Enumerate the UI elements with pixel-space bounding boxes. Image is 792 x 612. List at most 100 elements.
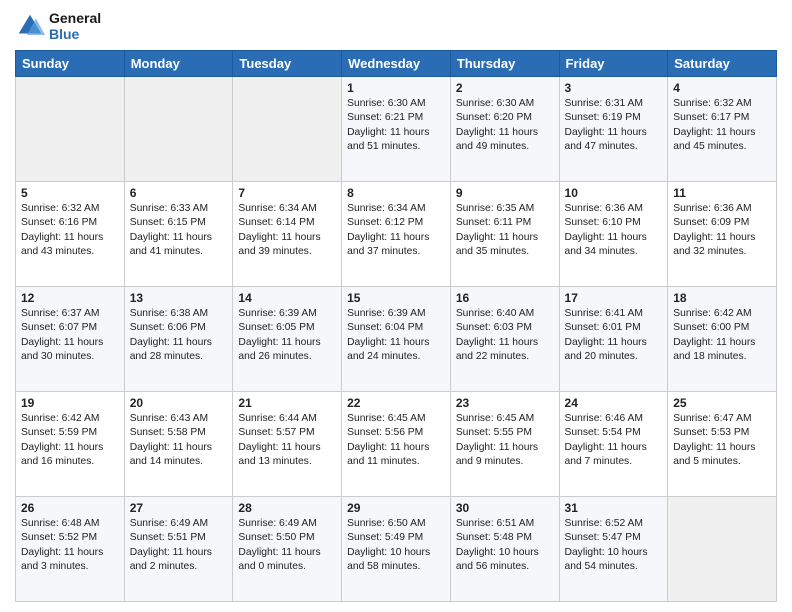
day-number: 16 bbox=[456, 291, 554, 305]
day-info: Sunrise: 6:41 AM Sunset: 6:01 PM Dayligh… bbox=[565, 307, 663, 365]
day-number: 5 bbox=[21, 186, 119, 200]
weekday-header-monday: Monday bbox=[124, 51, 233, 77]
day-number: 1 bbox=[347, 81, 445, 95]
day-info: Sunrise: 6:38 AM Sunset: 6:06 PM Dayligh… bbox=[130, 307, 228, 365]
day-info: Sunrise: 6:49 AM Sunset: 5:51 PM Dayligh… bbox=[130, 517, 228, 575]
day-number: 17 bbox=[565, 291, 663, 305]
calendar-cell: 8 Sunrise: 6:34 AM Sunset: 6:12 PM Daylig… bbox=[342, 182, 451, 287]
day-number: 14 bbox=[238, 291, 336, 305]
calendar-cell: 29Sunrise: 6:50 AM Sunset: 5:49 PM Dayli… bbox=[342, 497, 451, 602]
day-info: Sunrise: 6:30 AM Sunset: 6:21 PM Dayligh… bbox=[347, 97, 445, 155]
day-number: 19 bbox=[21, 396, 119, 410]
calendar-cell: 2 Sunrise: 6:30 AM Sunset: 6:20 PM Daylig… bbox=[450, 77, 559, 182]
calendar-cell: 23Sunrise: 6:45 AM Sunset: 5:55 PM Dayli… bbox=[450, 392, 559, 497]
day-number: 24 bbox=[565, 396, 663, 410]
calendar-cell: 24 Sunrise: 6:46 AM Sunset: 5:54 PM Dayli… bbox=[559, 392, 668, 497]
day-info: Sunrise: 6:37 AM Sunset: 6:07 PM Dayligh… bbox=[21, 307, 119, 365]
weekday-header-wednesday: Wednesday bbox=[342, 51, 451, 77]
day-number: 11 bbox=[673, 186, 771, 200]
page: General Blue SundayMondayTuesdayWednesda… bbox=[0, 0, 792, 612]
day-info: Sunrise: 6:36 AM Sunset: 6:09 PM Dayligh… bbox=[673, 202, 771, 260]
day-number: 21 bbox=[238, 396, 336, 410]
day-info: Sunrise: 6:31 AM Sunset: 6:19 PM Dayligh… bbox=[565, 97, 663, 155]
calendar-cell bbox=[668, 497, 777, 602]
day-info: Sunrise: 6:45 AM Sunset: 5:55 PM Dayligh… bbox=[456, 412, 554, 470]
calendar-cell: 3 Sunrise: 6:31 AM Sunset: 6:19 PM Daylig… bbox=[559, 77, 668, 182]
calendar-cell: 22 Sunrise: 6:45 AM Sunset: 5:56 PM Dayli… bbox=[342, 392, 451, 497]
day-info: Sunrise: 6:32 AM Sunset: 6:17 PM Dayligh… bbox=[673, 97, 771, 155]
calendar-cell: 19 Sunrise: 6:42 AM Sunset: 5:59 PM Dayli… bbox=[16, 392, 125, 497]
calendar-cell: 17 Sunrise: 6:41 AM Sunset: 6:01 PM Dayli… bbox=[559, 287, 668, 392]
day-info: Sunrise: 6:43 AM Sunset: 5:58 PM Dayligh… bbox=[130, 412, 228, 470]
calendar-cell: 10Sunrise: 6:36 AM Sunset: 6:10 PM Dayli… bbox=[559, 182, 668, 287]
calendar-cell: 25 Sunrise: 6:47 AM Sunset: 5:53 PM Dayli… bbox=[668, 392, 777, 497]
calendar-cell: 6 Sunrise: 6:33 AM Sunset: 6:15 PM Daylig… bbox=[124, 182, 233, 287]
calendar-cell: 20 Sunrise: 6:43 AM Sunset: 5:58 PM Dayli… bbox=[124, 392, 233, 497]
week-row-5: 26Sunrise: 6:48 AM Sunset: 5:52 PM Dayli… bbox=[16, 497, 777, 602]
day-number: 12 bbox=[21, 291, 119, 305]
calendar-cell: 15Sunrise: 6:39 AM Sunset: 6:04 PM Dayli… bbox=[342, 287, 451, 392]
day-number: 25 bbox=[673, 396, 771, 410]
day-number: 15 bbox=[347, 291, 445, 305]
day-number: 13 bbox=[130, 291, 228, 305]
day-info: Sunrise: 6:46 AM Sunset: 5:54 PM Dayligh… bbox=[565, 412, 663, 470]
day-info: Sunrise: 6:39 AM Sunset: 6:05 PM Dayligh… bbox=[238, 307, 336, 365]
day-info: Sunrise: 6:33 AM Sunset: 6:15 PM Dayligh… bbox=[130, 202, 228, 260]
day-info: Sunrise: 6:30 AM Sunset: 6:20 PM Dayligh… bbox=[456, 97, 554, 155]
day-info: Sunrise: 6:42 AM Sunset: 6:00 PM Dayligh… bbox=[673, 307, 771, 365]
weekday-header-tuesday: Tuesday bbox=[233, 51, 342, 77]
logo-icon bbox=[15, 11, 45, 41]
day-number: 20 bbox=[130, 396, 228, 410]
calendar-cell: 11 Sunrise: 6:36 AM Sunset: 6:09 PM Dayli… bbox=[668, 182, 777, 287]
week-row-3: 12 Sunrise: 6:37 AM Sunset: 6:07 PM Dayli… bbox=[16, 287, 777, 392]
header: General Blue bbox=[15, 10, 777, 42]
day-number: 27 bbox=[130, 501, 228, 515]
logo: General Blue bbox=[15, 10, 101, 42]
weekday-header-friday: Friday bbox=[559, 51, 668, 77]
calendar-cell: 1 Sunrise: 6:30 AM Sunset: 6:21 PM Daylig… bbox=[342, 77, 451, 182]
day-number: 22 bbox=[347, 396, 445, 410]
day-info: Sunrise: 6:36 AM Sunset: 6:10 PM Dayligh… bbox=[565, 202, 663, 260]
calendar-cell: 9Sunrise: 6:35 AM Sunset: 6:11 PM Daylig… bbox=[450, 182, 559, 287]
calendar-cell: 28 Sunrise: 6:49 AM Sunset: 5:50 PM Dayli… bbox=[233, 497, 342, 602]
day-number: 30 bbox=[456, 501, 554, 515]
calendar-cell: 27 Sunrise: 6:49 AM Sunset: 5:51 PM Dayli… bbox=[124, 497, 233, 602]
day-number: 8 bbox=[347, 186, 445, 200]
calendar-cell: 7 Sunrise: 6:34 AM Sunset: 6:14 PM Daylig… bbox=[233, 182, 342, 287]
day-number: 29 bbox=[347, 501, 445, 515]
calendar-table: SundayMondayTuesdayWednesdayThursdayFrid… bbox=[15, 50, 777, 602]
day-info: Sunrise: 6:49 AM Sunset: 5:50 PM Dayligh… bbox=[238, 517, 336, 575]
weekday-header-saturday: Saturday bbox=[668, 51, 777, 77]
calendar-cell: 4Sunrise: 6:32 AM Sunset: 6:17 PM Daylig… bbox=[668, 77, 777, 182]
weekday-header-sunday: Sunday bbox=[16, 51, 125, 77]
day-info: Sunrise: 6:44 AM Sunset: 5:57 PM Dayligh… bbox=[238, 412, 336, 470]
week-row-1: 1 Sunrise: 6:30 AM Sunset: 6:21 PM Daylig… bbox=[16, 77, 777, 182]
day-info: Sunrise: 6:51 AM Sunset: 5:48 PM Dayligh… bbox=[456, 517, 554, 575]
day-info: Sunrise: 6:34 AM Sunset: 6:12 PM Dayligh… bbox=[347, 202, 445, 260]
calendar-cell: 14 Sunrise: 6:39 AM Sunset: 6:05 PM Dayli… bbox=[233, 287, 342, 392]
calendar-cell bbox=[233, 77, 342, 182]
day-number: 26 bbox=[21, 501, 119, 515]
day-number: 28 bbox=[238, 501, 336, 515]
week-row-4: 19 Sunrise: 6:42 AM Sunset: 5:59 PM Dayli… bbox=[16, 392, 777, 497]
calendar-cell: 16Sunrise: 6:40 AM Sunset: 6:03 PM Dayli… bbox=[450, 287, 559, 392]
day-info: Sunrise: 6:42 AM Sunset: 5:59 PM Dayligh… bbox=[21, 412, 119, 470]
weekday-header-thursday: Thursday bbox=[450, 51, 559, 77]
day-number: 3 bbox=[565, 81, 663, 95]
day-number: 7 bbox=[238, 186, 336, 200]
calendar-cell: 5 Sunrise: 6:32 AM Sunset: 6:16 PM Daylig… bbox=[16, 182, 125, 287]
calendar-cell: 30 Sunrise: 6:51 AM Sunset: 5:48 PM Dayli… bbox=[450, 497, 559, 602]
day-number: 2 bbox=[456, 81, 554, 95]
weekday-header-row: SundayMondayTuesdayWednesdayThursdayFrid… bbox=[16, 51, 777, 77]
calendar-cell: 31 Sunrise: 6:52 AM Sunset: 5:47 PM Dayli… bbox=[559, 497, 668, 602]
day-number: 6 bbox=[130, 186, 228, 200]
day-number: 31 bbox=[565, 501, 663, 515]
day-info: Sunrise: 6:47 AM Sunset: 5:53 PM Dayligh… bbox=[673, 412, 771, 470]
day-info: Sunrise: 6:45 AM Sunset: 5:56 PM Dayligh… bbox=[347, 412, 445, 470]
day-number: 18 bbox=[673, 291, 771, 305]
day-number: 9 bbox=[456, 186, 554, 200]
day-info: Sunrise: 6:32 AM Sunset: 6:16 PM Dayligh… bbox=[21, 202, 119, 260]
week-row-2: 5 Sunrise: 6:32 AM Sunset: 6:16 PM Daylig… bbox=[16, 182, 777, 287]
day-info: Sunrise: 6:34 AM Sunset: 6:14 PM Dayligh… bbox=[238, 202, 336, 260]
day-info: Sunrise: 6:52 AM Sunset: 5:47 PM Dayligh… bbox=[565, 517, 663, 575]
